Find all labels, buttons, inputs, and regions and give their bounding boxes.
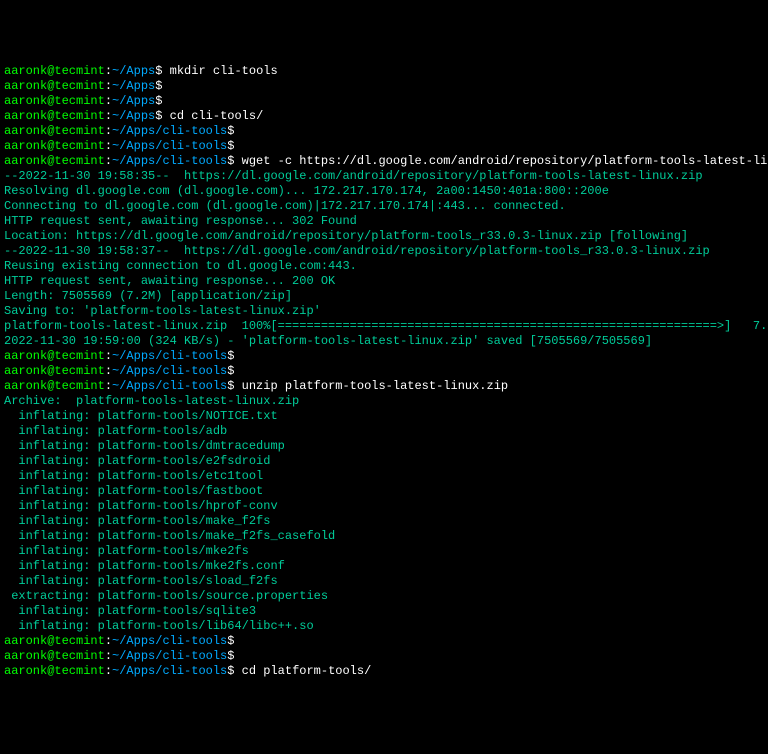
terminal-output[interactable]: aaronk@tecmint:~/Apps$ mkdir cli-toolsaa… [4,64,764,679]
